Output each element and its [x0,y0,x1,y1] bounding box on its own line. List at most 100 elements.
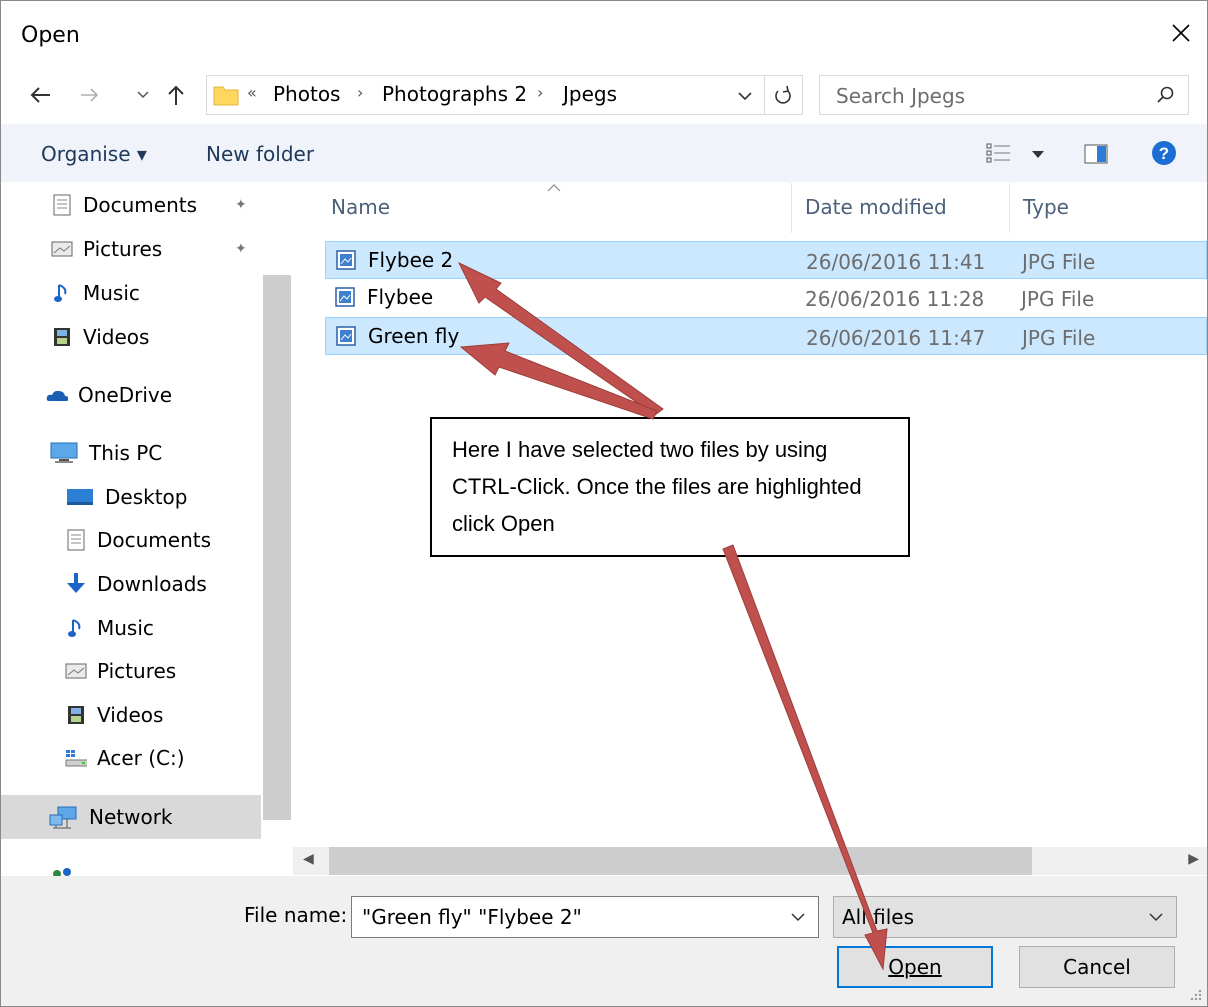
new-folder-button[interactable]: New folder [206,142,314,166]
overflow-chevron[interactable]: « [247,83,257,102]
file-date-modified: 26/06/2016 11:41 [806,250,986,274]
sidebar-item-documents-pc[interactable]: Documents [1,520,263,560]
chevron-down-icon[interactable] [1148,907,1164,927]
chevron-down-icon[interactable] [790,907,806,927]
sidebar-scrollbar-thumb[interactable] [263,275,291,820]
preview-pane-icon[interactable] [1084,143,1110,165]
file-row-green-fly[interactable]: Green fly 26/06/2016 11:47 JPG File [325,317,1207,355]
sidebar-item-label: Videos [83,325,150,349]
annotation-callout: Here I have selected two files by using … [430,417,910,557]
file-name-field[interactable]: "Green fly" "Flybee 2" [362,905,582,929]
file-row-flybee[interactable]: Flybee 26/06/2016 11:28 JPG File [325,279,1207,317]
breadcrumb-separator[interactable]: › [537,83,543,102]
sidebar-item-this-pc[interactable]: This PC [1,433,263,473]
title-bar: Open [1,1,1207,71]
sidebar-item-pictures-pc[interactable]: Pictures [1,651,263,691]
onedrive-icon [46,384,68,406]
downloads-icon [65,573,87,595]
drive-icon [65,747,87,769]
file-date-modified: 26/06/2016 11:47 [806,326,986,350]
address-bar[interactable]: « Photos › Photographs 2 › Jpegs [206,75,803,115]
breadcrumb-photos[interactable]: Photos [273,82,340,106]
file-name-combobox[interactable]: "Green fly" "Flybee 2" [351,896,819,938]
sidebar-item-downloads[interactable]: Downloads [1,564,263,604]
recent-locations-button[interactable] [131,79,155,111]
scroll-right-icon[interactable]: ▶ [1188,851,1199,867]
column-header-name[interactable]: Name [331,195,390,219]
organise-menu-button[interactable]: Organise ▾ [41,142,147,166]
pin-icon[interactable]: ✦ [235,241,247,257]
chevron-down-icon[interactable] [1031,150,1045,160]
open-button[interactable]: Open [837,946,993,988]
breadcrumb-jpegs[interactable]: Jpegs [563,82,617,106]
breadcrumb-separator[interactable]: › [357,83,363,102]
cancel-button[interactable]: Cancel [1019,946,1175,988]
sidebar-item-acer-c[interactable]: Acer (C:) [1,738,263,778]
sidebar-item-desktop[interactable]: Desktop [1,477,263,517]
help-icon[interactable]: ? [1151,140,1177,166]
breadcrumb-photographs-2[interactable]: Photographs 2 [382,82,527,106]
folder-icon [213,86,239,106]
view-options-icon[interactable] [986,142,1012,164]
column-header-date-modified[interactable]: Date modified [805,195,947,219]
close-button[interactable] [1161,13,1201,53]
sidebar-item-label: Videos [97,703,164,727]
sort-ascending-icon [547,184,561,192]
sidebar-item-label: Pictures [83,237,163,261]
this-pc-icon [49,442,79,464]
sidebar-item-music[interactable]: Music [1,273,263,313]
pin-icon[interactable]: ✦ [235,197,247,213]
chevron-down-icon[interactable] [737,84,753,106]
column-header-type[interactable]: Type [1023,195,1069,219]
search-icon[interactable] [1156,85,1176,105]
file-type-filter[interactable]: All files [833,896,1177,938]
resize-grip-icon[interactable] [1187,986,1203,1002]
sidebar-item-pictures[interactable]: Pictures [1,229,263,269]
file-row-flybee-2[interactable]: Flybee 2 26/06/2016 11:41 JPG File [325,241,1207,279]
open-dialog: Open « Photos › Photographs 2 › Jpegs Se… [0,0,1208,1007]
sidebar-item-label: Music [97,616,154,640]
file-list-horizontal-scrollbar[interactable]: ◀ ▶ [293,847,1207,875]
horizontal-scrollbar-thumb[interactable] [329,847,1032,875]
network-icon [49,806,79,829]
music-icon [51,282,73,304]
videos-icon [51,326,73,348]
back-button[interactable] [23,79,57,111]
open-button-label: Open [888,955,942,979]
search-box[interactable]: Search Jpegs [819,75,1189,115]
documents-icon [51,194,73,216]
sidebar-item-videos-pc[interactable]: Videos [1,695,263,735]
up-button[interactable] [161,79,191,111]
sidebar-item-label: Downloads [97,572,207,596]
refresh-icon[interactable] [772,83,794,107]
forward-button[interactable] [75,79,105,111]
navigation-pane: Documents ✦ ▲ Pictures ✦ Music Videos On… [1,183,263,895]
command-bar: Organise ▾ New folder ? [1,124,1207,182]
window-title: Open [21,23,80,48]
column-divider[interactable] [1009,183,1010,233]
sidebar-item-label: OneDrive [78,383,173,407]
jpg-file-icon [336,250,356,270]
jpg-file-icon [335,287,355,307]
documents-icon [65,529,87,551]
sidebar-item-videos[interactable]: Videos [1,317,263,357]
sidebar-item-onedrive[interactable]: OneDrive [1,375,263,415]
file-name: Flybee [367,285,434,309]
sidebar-item-label: Documents [97,528,212,552]
sidebar-item-music-pc[interactable]: Music [1,608,263,648]
music-icon [65,617,87,639]
file-type: JPG File [1022,326,1096,350]
navigation-bar: « Photos › Photographs 2 › Jpegs Search … [1,71,1207,121]
jpg-file-icon [336,326,356,346]
cancel-button-label: Cancel [1063,955,1131,979]
sidebar-item-label: Network [89,805,173,829]
file-type: JPG File [1021,287,1095,311]
sidebar-item-documents[interactable]: Documents [1,185,263,225]
scroll-left-icon[interactable]: ◀ [303,851,314,867]
back-arrow-icon [30,87,50,103]
videos-icon [65,704,87,726]
sidebar-item-network[interactable]: Network [1,795,261,839]
sidebar-item-label: This PC [89,441,163,465]
search-input[interactable]: Search Jpegs [836,84,965,108]
column-divider[interactable] [791,183,792,233]
